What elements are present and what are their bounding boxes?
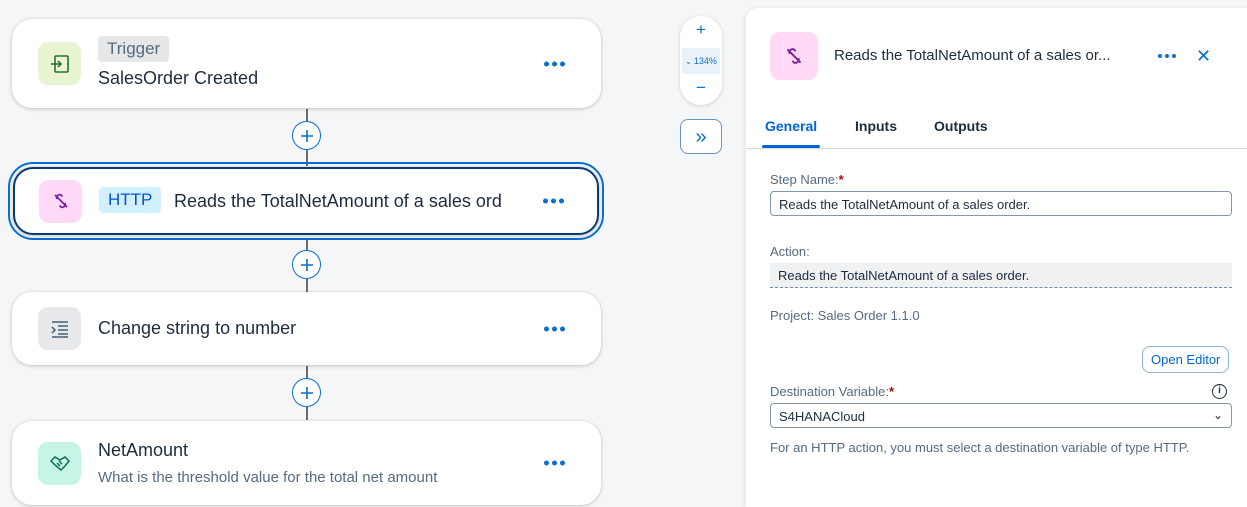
zoom-control: + ⌄ 134% − bbox=[680, 16, 722, 105]
trigger-enter-icon bbox=[38, 42, 81, 85]
tab-general[interactable]: General bbox=[765, 118, 817, 134]
tab-inputs[interactable]: Inputs bbox=[855, 118, 897, 134]
plus-icon bbox=[300, 386, 313, 399]
decision-node[interactable]: NetAmount What is the threshold value fo… bbox=[12, 421, 601, 505]
node-tag-wrapper: HTTP bbox=[99, 187, 162, 213]
more-options-icon[interactable] bbox=[544, 61, 565, 66]
add-step-button[interactable] bbox=[292, 378, 321, 407]
add-step-button[interactable] bbox=[292, 250, 321, 279]
close-icon[interactable]: ✕ bbox=[1196, 46, 1211, 67]
panel-title: Reads the TotalNetAmount of a sales or..… bbox=[834, 47, 1111, 64]
required-mark: * bbox=[838, 172, 844, 187]
add-step-button[interactable] bbox=[292, 121, 321, 150]
project-text: Project: Sales Order 1.1.0 bbox=[770, 308, 920, 323]
open-editor-button[interactable]: Open Editor bbox=[1142, 346, 1230, 373]
destination-label-row: Destination Variable:* bbox=[770, 384, 894, 399]
step-details-panel: Reads the TotalNetAmount of a sales or..… bbox=[746, 8, 1247, 507]
more-options-icon[interactable] bbox=[1158, 54, 1176, 58]
plus-icon bbox=[300, 258, 313, 271]
handshake-icon bbox=[38, 441, 81, 485]
indent-script-icon bbox=[38, 307, 81, 350]
more-options-icon[interactable] bbox=[544, 460, 565, 466]
more-options-icon[interactable] bbox=[543, 198, 564, 204]
plus-icon bbox=[300, 129, 313, 142]
node-title: NetAmount bbox=[98, 440, 189, 460]
action-value: Reads the TotalNetAmount of a sales orde… bbox=[770, 263, 1232, 288]
node-subtitle: What is the threshold value for the tota… bbox=[98, 469, 438, 486]
node-title: Change string to number bbox=[98, 318, 297, 338]
step-name-input[interactable]: Reads the TotalNetAmount of a sales orde… bbox=[770, 191, 1232, 216]
zoom-in-button[interactable]: + bbox=[680, 20, 722, 40]
expand-panel-button[interactable]: » bbox=[680, 119, 722, 154]
destination-variable-label: Destination Variable: bbox=[770, 384, 889, 399]
node-title: Reads the TotalNetAmount of a sales ord bbox=[174, 191, 502, 211]
zoom-out-button[interactable]: − bbox=[680, 78, 722, 98]
active-tab-indicator bbox=[762, 145, 820, 148]
node-tag-wrapper: Trigger bbox=[98, 36, 170, 62]
http-action-node[interactable]: HTTP Reads the TotalNetAmount of a sales… bbox=[8, 162, 604, 240]
node-title: SalesOrder Created bbox=[98, 68, 259, 88]
http-link-icon bbox=[39, 179, 82, 223]
zoom-level-select[interactable]: ⌄ 134% bbox=[682, 48, 720, 74]
info-icon[interactable]: i bbox=[1212, 384, 1227, 399]
step-name-label-row: Step Name:* bbox=[770, 172, 844, 187]
http-tag: HTTP bbox=[99, 187, 162, 213]
destination-variable-value: S4HANACloud bbox=[779, 409, 865, 424]
tab-bar: General Inputs Outputs bbox=[746, 108, 1247, 149]
more-options-icon[interactable] bbox=[544, 326, 565, 331]
process-canvas[interactable]: Trigger SalesOrder Created HTTP Reads th… bbox=[0, 0, 746, 507]
trigger-node[interactable]: Trigger SalesOrder Created bbox=[12, 19, 601, 108]
chevron-down-icon: ⌄ bbox=[1212, 408, 1223, 422]
required-mark: * bbox=[889, 384, 895, 399]
chevron-down-icon: ⌄ bbox=[685, 56, 692, 66]
step-name-label: Step Name: bbox=[770, 172, 839, 187]
script-node[interactable]: Change string to number bbox=[12, 292, 601, 365]
double-chevron-right-icon: » bbox=[695, 125, 707, 148]
tab-outputs[interactable]: Outputs bbox=[934, 118, 988, 134]
zoom-level-value: 134% bbox=[693, 56, 717, 66]
help-text: For an HTTP action, you must select a de… bbox=[770, 440, 1190, 455]
http-link-icon bbox=[770, 32, 818, 80]
destination-variable-select[interactable]: S4HANACloud ⌄ bbox=[770, 403, 1232, 428]
action-label: Action: bbox=[770, 244, 810, 259]
trigger-tag: Trigger bbox=[98, 36, 170, 62]
